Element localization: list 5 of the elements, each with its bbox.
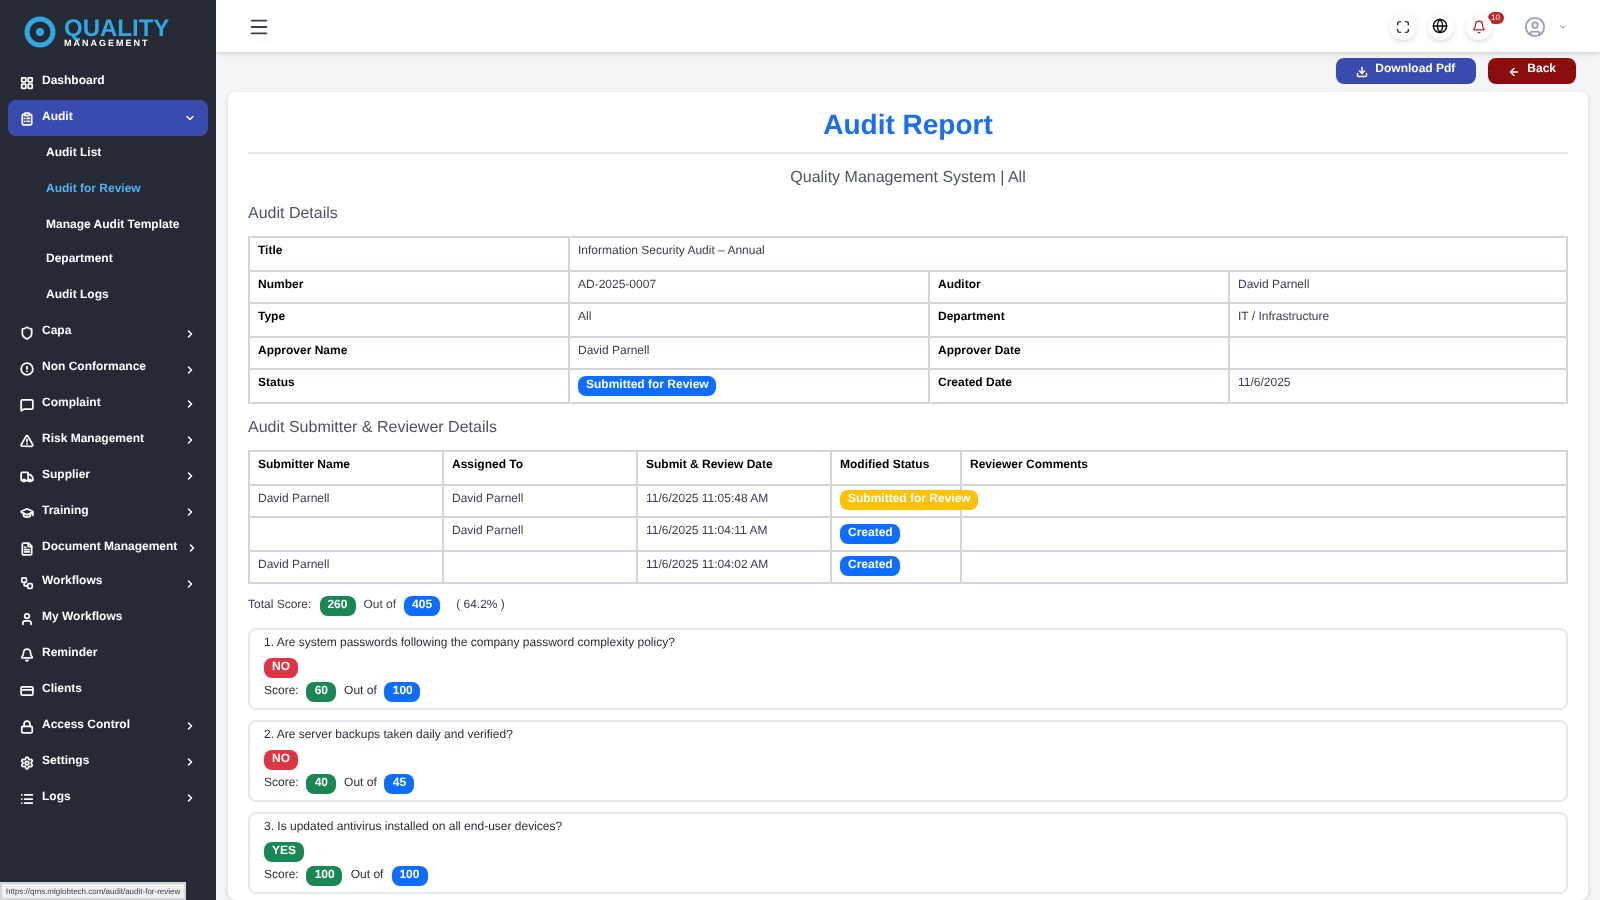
brand-name: QUALITY [64, 16, 170, 40]
report-subtitle: Quality Management System | All [788, 166, 1028, 190]
report-title: Audit Report [248, 92, 1568, 154]
section-heading: Audit Details [248, 202, 340, 226]
section-heading: Audit Submitter & Reviewer Details [248, 415, 499, 439]
